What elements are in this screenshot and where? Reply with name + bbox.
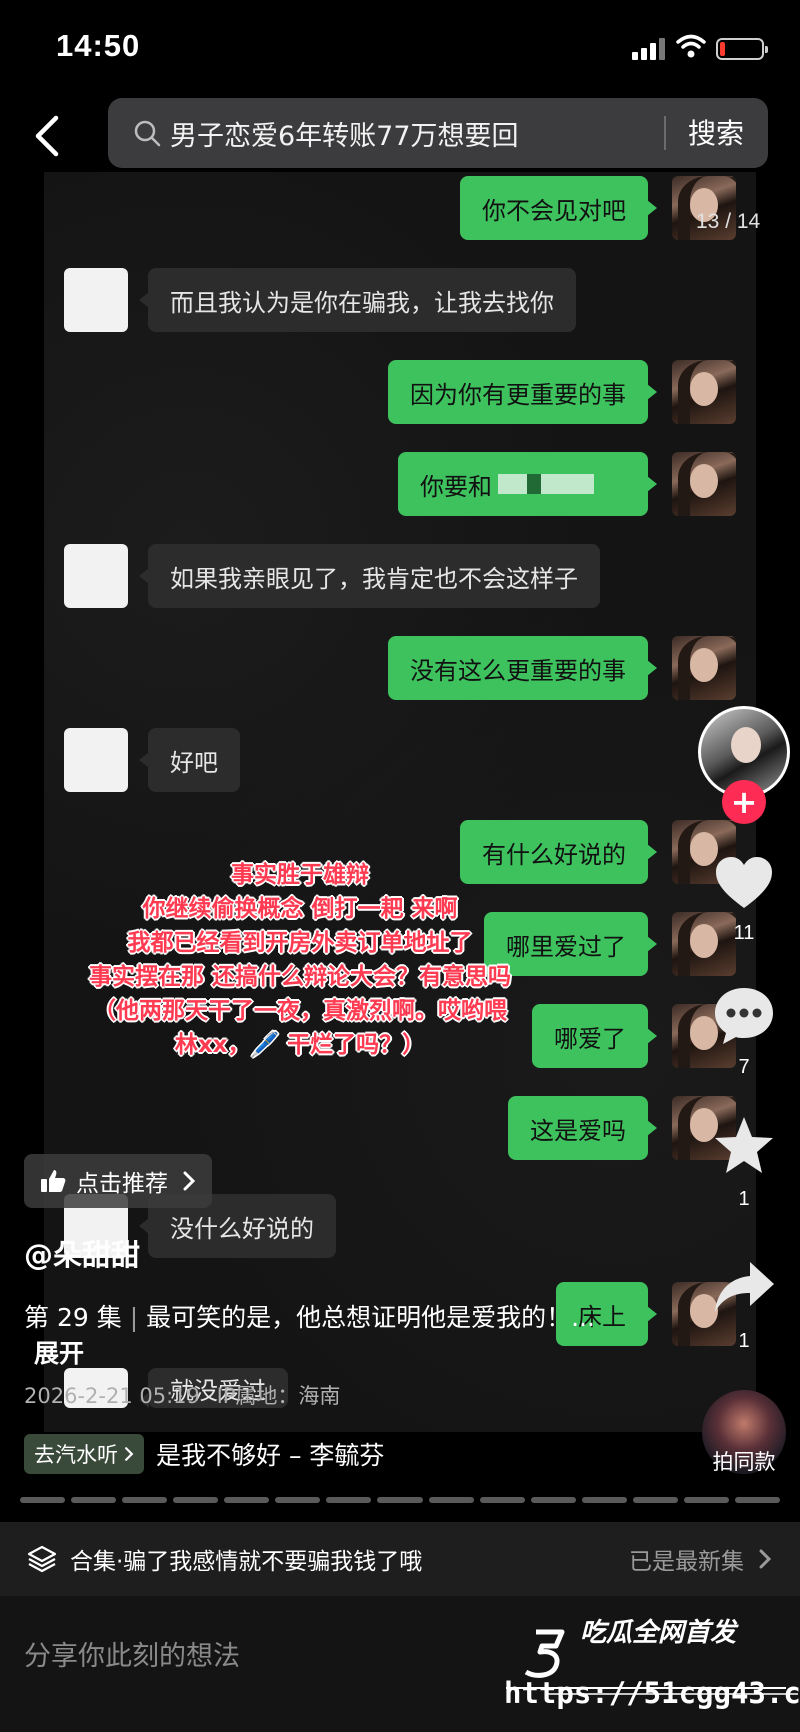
thumbs-up-icon [41,1170,66,1192]
star-icon[interactable] [712,1114,776,1178]
post-description: 第 29 集 | 最可笑的是，他总想证明他是爱我的！... 展开 [24,1300,614,1372]
share-icon[interactable] [712,1256,776,1320]
status-time: 14:50 [56,28,141,63]
post-timestamp: 2026-2-21 05:19 [24,1384,200,1408]
progress-segment [632,1497,678,1503]
redaction-mark [498,474,594,494]
progress-segment [734,1497,780,1503]
chevron-right-icon [759,1549,772,1569]
progress-segment [71,1497,117,1503]
comment-input[interactable]: 分享你此刻的想法 [24,1634,240,1673]
music-chip-label: 去汽水听 [34,1443,118,1467]
image-page-counter: 13 / 14 [696,210,761,233]
description-text: 最可笑的是，他总想证明他是爱我的！... [146,1303,595,1332]
chat-bubble-received: 好吧 [139,728,240,792]
overlay-caption-line: 我都已经看到开房外卖订单地址了 [127,930,473,956]
favorite-count: 1 [738,1188,750,1210]
search-button[interactable]: 搜索 [688,112,744,152]
receiver-avatar [64,268,128,332]
heart-icon[interactable] [712,852,776,916]
sender-avatar [672,636,736,700]
chevron-right-icon [125,1447,134,1461]
overlay-caption-line: （他两那天干了一夜，真激烈啊。哎哟喂 [93,998,507,1024]
comment-icon[interactable] [712,984,776,1048]
watermark-brand: 吃瓜全网首发 [580,1618,737,1648]
battery-icon [716,38,768,60]
progress-segment [428,1497,474,1503]
music-row[interactable]: 去汽水听 是我不够好 – 李毓芬 [24,1434,384,1474]
watermark-url: https://51cgg43.com [504,1676,800,1710]
sender-avatar [672,360,736,424]
same-music-label[interactable]: 拍同款 [694,1446,794,1476]
chat-bubble-text: 你要和 [420,472,492,501]
overlay-caption-line: 事实胜于雄辩 [231,862,369,888]
chat-bubble-sent: 你要和 [398,452,657,516]
share-count: 1 [738,1330,750,1352]
open-music-app-button[interactable]: 去汽水听 [24,1434,144,1474]
layers-icon [27,1545,57,1573]
progress-segment [122,1497,168,1503]
progress-segment [20,1497,66,1503]
progress-segment [530,1497,576,1503]
chevron-right-icon [183,1171,196,1191]
status-bar: 14:50 [0,0,800,95]
progress-segment [224,1497,270,1503]
progress-segment [173,1497,219,1503]
collection-status: 已是最新集 [629,1549,744,1575]
progress-segment [326,1497,372,1503]
progress-segment [275,1497,321,1503]
chat-bubble-sent: 你不会见对吧 [460,176,657,240]
progress-segment [377,1497,423,1503]
recommend-button[interactable]: 点击推荐 [24,1154,212,1208]
chat-screenshot-image[interactable]: 你不会见对吧 而且我认为是你在骗我，让我去找你 因为你有更重要的事 你要和 如果… [44,172,756,1432]
like-count: 11 [733,922,755,944]
chat-bubble-sent: 因为你有更重要的事 [388,360,657,424]
overlay-caption-line: 事实摆在那 还搞什么辩论大会？有意思吗 [88,964,511,990]
follow-button[interactable]: + [722,780,766,824]
progress-segment [581,1497,627,1503]
author-name[interactable]: @朵甜甜 [24,1232,140,1274]
receiver-avatar [64,544,128,608]
overlay-caption-line: 你继续偷换概念 倒打一耙 来啊 [142,896,458,922]
music-title[interactable]: 是我不够好 – 李毓芬 [156,1436,384,1472]
post-location: IP属地：海南 [216,1384,341,1408]
cellular-signal-icon [632,38,666,60]
post-meta: 2026-2-21 05:19 IP属地：海南 [24,1380,340,1410]
chat-bubble-received: 而且我认为是你在骗我，让我去找你 [139,268,576,332]
receiver-avatar [64,728,128,792]
search-bar[interactable]: 男子恋爱6年转账77万想要回 搜索 [108,98,768,168]
comment-count: 7 [738,1056,750,1078]
wifi-icon [676,34,706,58]
chat-bubble-received: 如果我亲眼见了，我肯定也不会这样子 [139,544,600,608]
overlay-caption-line: 林xx，🖊️ 干烂了吗？） [174,1032,426,1058]
overlay-caption: 事实胜于雄辩 你继续偷换概念 倒打一耙 来啊 我都已经看到开房外卖订单地址了 事… [40,858,560,1062]
separator: | [129,1303,139,1332]
search-icon [134,120,161,147]
back-arrow-icon[interactable] [28,110,68,162]
search-divider [664,116,666,150]
progress-segment [683,1497,729,1503]
chat-bubble-sent: 没有这么更重要的事 [388,636,657,700]
collection-bar[interactable]: 合集·骗了我感情就不要骗我钱了哦 已是最新集 [0,1522,800,1596]
episode-label: 第 29 集 [24,1303,122,1332]
search-input[interactable]: 男子恋爱6年转账77万想要回 [170,114,519,153]
episode-progress[interactable] [20,1497,780,1503]
chat-bubble-sent: 这是爱吗 [508,1096,657,1160]
collection-title: 合集·骗了我感情就不要骗我钱了哦 [70,1549,423,1575]
progress-segment [479,1497,525,1503]
expand-button[interactable]: 展开 [34,1339,84,1368]
sender-avatar [672,452,736,516]
recommend-label: 点击推荐 [76,1171,168,1197]
